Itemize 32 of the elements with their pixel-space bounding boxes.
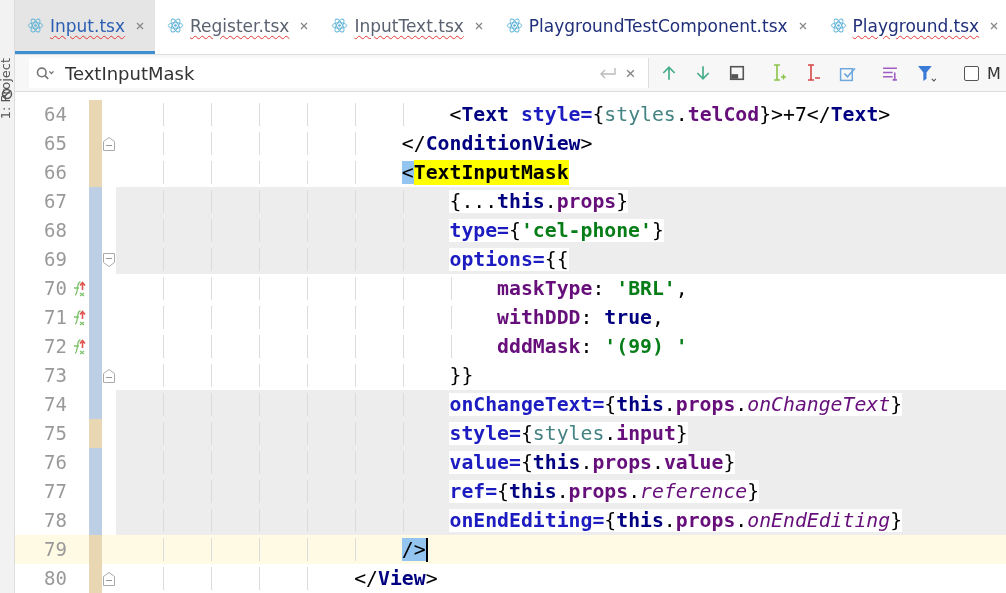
search-box[interactable]: TextInputMask xyxy=(29,58,649,89)
matched-bracket: /> xyxy=(401,538,426,561)
file-tab[interactable]: PlaygroundTestComponent.tsx xyxy=(493,0,818,55)
line-number: 66 xyxy=(43,160,67,185)
line-number: 77 xyxy=(43,479,67,504)
line-number: 73 xyxy=(43,363,67,388)
line-number: 76 xyxy=(43,450,67,475)
line-number: 64 xyxy=(43,102,67,127)
line-number: 74 xyxy=(43,392,67,417)
line-number: 71 xyxy=(43,305,67,330)
matched-bracket: < xyxy=(401,161,414,184)
file-tab[interactable]: InputText.tsx xyxy=(319,0,494,55)
code-line: <Text style={styles.telCod}>+7</Text> xyxy=(116,103,891,126)
search-match: TextInputMask xyxy=(413,160,569,185)
line-number: 79 xyxy=(43,537,67,562)
code-line: onEndEditing={this.props.onEndEditing} xyxy=(116,509,903,532)
line-number: 69 xyxy=(43,247,67,272)
search-field[interactable]: TextInputMask xyxy=(63,61,591,85)
file-tab[interactable]: Input.tsx xyxy=(15,0,155,55)
line-number: 67 xyxy=(43,189,67,214)
line-number: 68 xyxy=(43,218,67,243)
line-number: 65 xyxy=(43,131,67,156)
file-tab[interactable]: Register.tsx xyxy=(155,0,320,55)
match-case-label: M xyxy=(987,63,1001,83)
line-number: 72 xyxy=(43,334,67,359)
project-panel-label[interactable]: 1: Project xyxy=(0,58,13,120)
line-number: 70 xyxy=(43,276,67,301)
file-tab[interactable]: Playground.tsx xyxy=(817,0,1006,55)
code-line: onChangeText={this.props.onChangeText} xyxy=(116,393,903,416)
line-number: 80 xyxy=(43,566,67,591)
line-number: 78 xyxy=(43,508,67,533)
line-number: 75 xyxy=(43,421,67,446)
